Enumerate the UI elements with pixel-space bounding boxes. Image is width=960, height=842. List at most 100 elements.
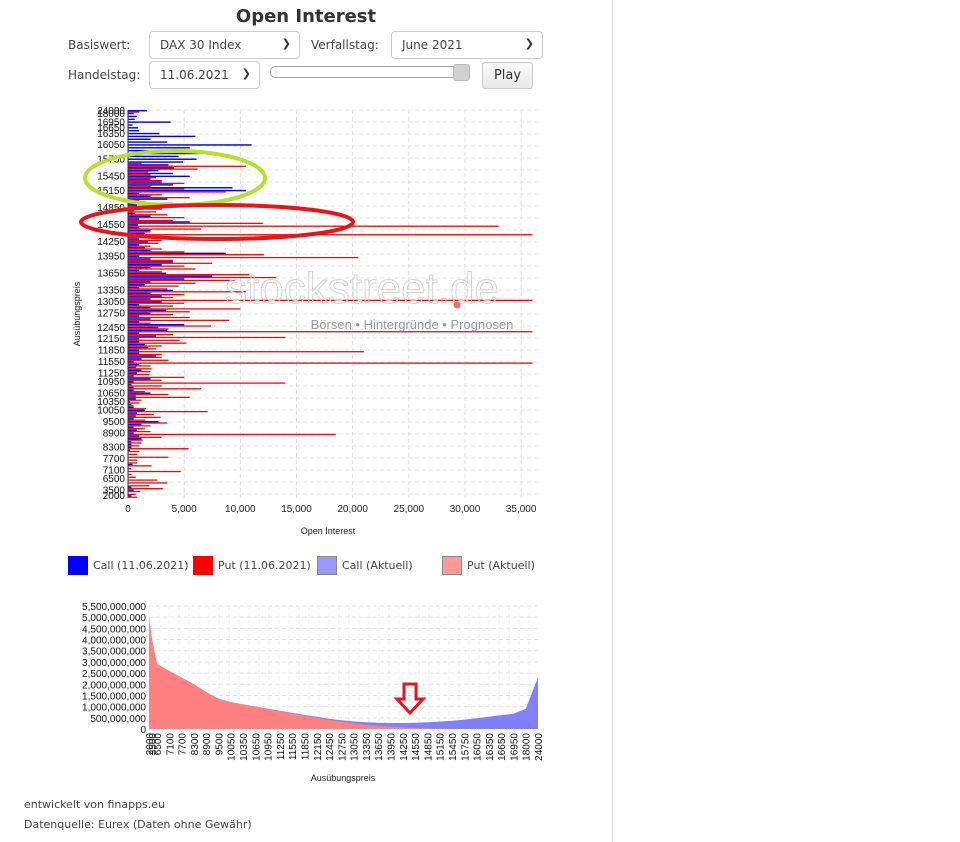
x-tick-label: 16650 (497, 733, 508, 761)
y-tick-label: 3,000,000,000 (82, 658, 146, 669)
put-bar (128, 430, 151, 433)
put-bar (128, 279, 235, 282)
call-bar (128, 366, 136, 369)
put-bar (128, 496, 137, 498)
call-bar (128, 309, 167, 312)
call-bar (128, 161, 184, 163)
call-bar (128, 338, 140, 340)
y-tick-label: 10050 (97, 406, 125, 417)
put-bar (128, 442, 142, 444)
legend-label: Call (11.06.2021) (93, 559, 189, 572)
y-tick-label: 4,500,000,000 (82, 624, 146, 635)
call-bar (128, 238, 140, 240)
put-bar (128, 251, 185, 253)
put-bar (128, 174, 151, 176)
call-bar (128, 289, 173, 292)
call-bar (128, 266, 151, 269)
basiswert-select[interactable]: DAX 30 Index ❯ (149, 31, 300, 59)
legend-item[interactable]: Call (11.06.2021) (68, 556, 189, 575)
call-bar (128, 383, 132, 386)
footer-credit: entwickelt von finapps.eu (24, 798, 166, 811)
call-bar (128, 389, 134, 392)
x-tick-label: 13650 (374, 733, 385, 761)
call-bar (128, 426, 134, 429)
call-bar (128, 406, 134, 409)
put-bar (128, 111, 140, 113)
footer-source: Datenquelle: Eurex (Daten ohne Gewähr) (24, 818, 252, 831)
y-tick-label: 13650 (97, 269, 125, 280)
call-bar (128, 144, 252, 146)
call-bar (128, 349, 140, 352)
call-bar (128, 372, 137, 374)
put-bar (128, 436, 162, 438)
x-tick-label: 10950 (264, 733, 275, 761)
call-bar (128, 264, 162, 266)
call-bar (128, 361, 134, 363)
put-bar (128, 197, 190, 199)
put-bar (128, 422, 168, 424)
call-bar (128, 195, 151, 198)
put-bar (128, 211, 157, 213)
call-bar (128, 164, 169, 166)
y-tick-label: 6500 (103, 474, 126, 485)
chevron-down-icon: ❯ (524, 37, 534, 50)
call-bar (128, 169, 159, 172)
put-bar (128, 353, 162, 356)
handelstag-select[interactable]: 11.06.2021 ❯ (149, 61, 260, 89)
legend-item[interactable]: Put (11.06.2021) (193, 556, 311, 575)
call-bar (128, 115, 137, 118)
put-bar (128, 433, 336, 436)
call-bar (128, 292, 151, 295)
put-bar (128, 408, 146, 410)
y-tick-label: 2,500,000,000 (82, 669, 146, 680)
call-bar (128, 298, 151, 300)
call-bar (128, 486, 132, 489)
call-bar (128, 118, 135, 120)
legend-item[interactable]: Put (Aktuell) (442, 556, 535, 575)
call-bar (128, 258, 151, 260)
call-bar (128, 241, 149, 243)
put-bar (128, 188, 185, 190)
put-bar (128, 448, 189, 450)
call-bar (128, 158, 197, 160)
put-bar (128, 322, 151, 324)
call-bar (128, 110, 148, 112)
call-bar (128, 198, 168, 200)
legend-item[interactable]: Call (Aktuell) (317, 556, 413, 575)
put-bar (128, 473, 132, 476)
put-bar (128, 399, 142, 401)
put-bar (128, 439, 143, 441)
put-bar (128, 356, 162, 359)
verfallstag-value: June 2021 (402, 38, 463, 52)
date-slider[interactable] (270, 64, 470, 81)
call-bar (128, 124, 133, 126)
put-bar (128, 296, 173, 299)
call-bar (128, 135, 196, 138)
put-bar (128, 222, 263, 224)
put-bar (128, 470, 181, 473)
call-bar (128, 155, 179, 158)
call-bar (128, 221, 190, 223)
x-axis-title: Ausübungspreis (311, 773, 376, 783)
call-bar (128, 369, 142, 372)
y-tick-label: 11850 (98, 346, 126, 357)
slider-thumb[interactable] (453, 64, 470, 81)
put-bar (128, 388, 202, 390)
play-button[interactable]: Play (482, 62, 533, 89)
put-bar (128, 453, 137, 456)
call-bar (128, 246, 145, 249)
put-bar (128, 168, 198, 170)
panel-divider (612, 0, 613, 842)
call-bar (128, 335, 157, 337)
verfallstag-select[interactable]: June 2021 ❯ (391, 31, 543, 59)
call-bar (128, 329, 168, 332)
put-bar (128, 191, 226, 193)
call-bar (128, 252, 226, 255)
put-bar (128, 171, 149, 173)
call-bar (128, 192, 140, 195)
put-bar (128, 302, 185, 304)
put-bar (128, 219, 173, 222)
x-tick-label: 13350 (362, 733, 373, 761)
put-bar (128, 468, 132, 470)
x-tick-label: 25,000 (394, 504, 425, 515)
